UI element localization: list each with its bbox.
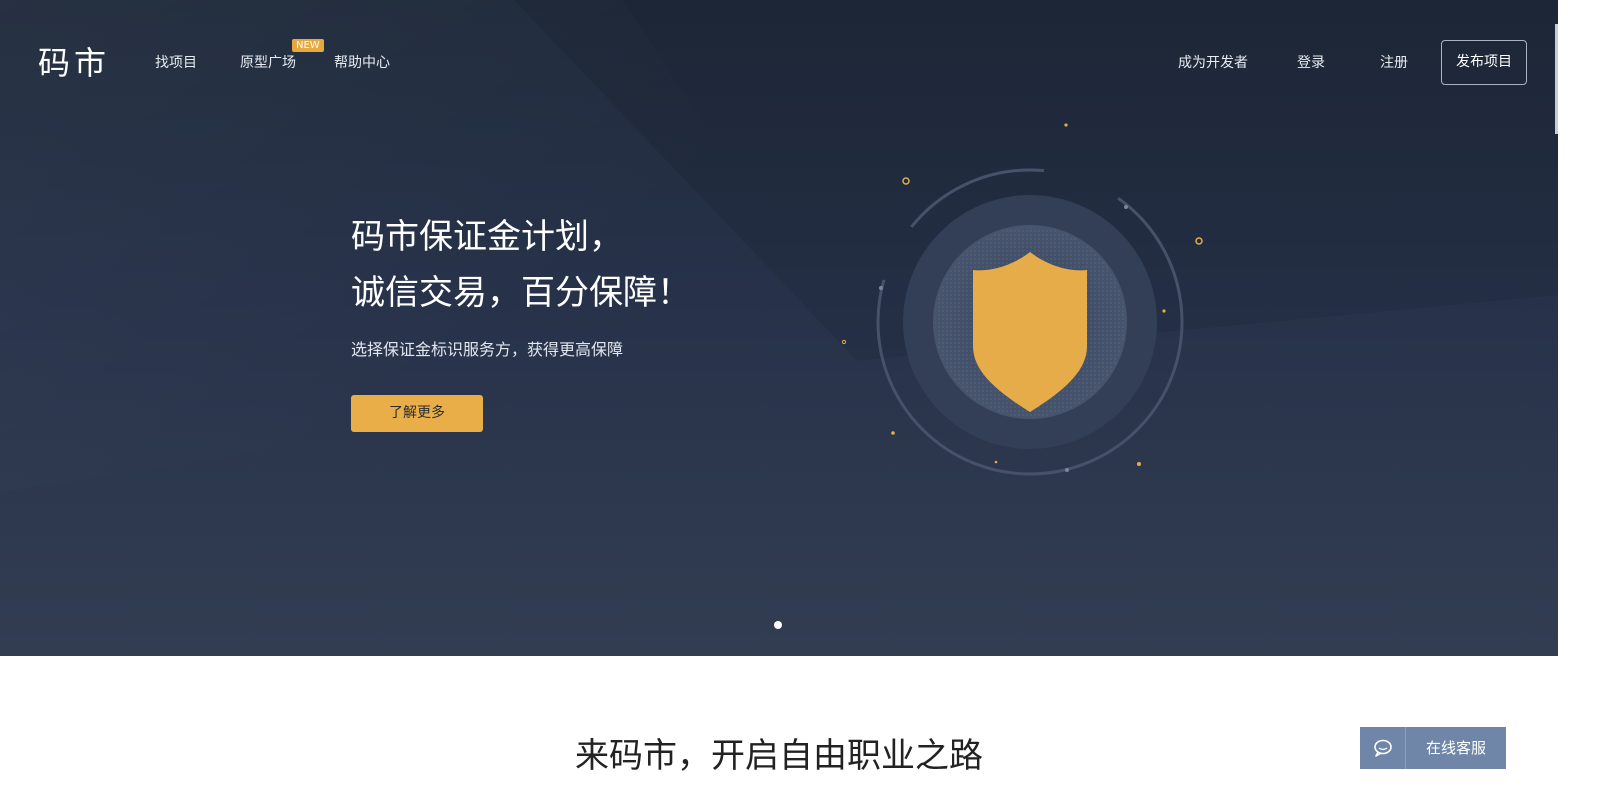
hero-banner: 码市 找项目 原型广场 NEW 帮助中心 成为开发者 登录 注册 发布项目 码市…	[0, 0, 1558, 656]
hero-title-line: 诚信交易，百分保障！	[351, 273, 691, 313]
logo[interactable]: 码市	[38, 38, 110, 84]
publish-project-button[interactable]: 发布项目	[1441, 40, 1527, 85]
sparkle-icon	[1137, 462, 1141, 466]
sparkle-icon	[1195, 237, 1203, 245]
sparkle-icon	[1064, 123, 1068, 127]
nav-find-projects[interactable]: 找项目	[155, 52, 197, 72]
ring-node	[1065, 468, 1069, 472]
nav-help-center[interactable]: 帮助中心	[334, 52, 390, 72]
shield-illustration	[841, 123, 1203, 476]
sparkle-icon	[902, 177, 910, 185]
sparkle-icon	[1162, 309, 1166, 313]
support-icon-box	[1360, 727, 1406, 769]
chat-bubble-icon	[1373, 739, 1392, 757]
scrollbar-track[interactable]	[1558, 0, 1598, 656]
nav-login[interactable]: 登录	[1297, 52, 1325, 72]
learn-more-button[interactable]: 了解更多	[351, 395, 483, 432]
nav-prototype-square[interactable]: 原型广场	[240, 52, 296, 72]
top-navigation: 码市 找项目 原型广场 NEW 帮助中心 成为开发者 登录 注册 发布项目	[0, 0, 1558, 125]
hero-title: 码市保证金计划， 诚信交易，百分保障！	[351, 209, 691, 321]
carousel-indicator[interactable]	[774, 621, 782, 629]
sparkle-icon	[891, 431, 895, 435]
nav-register[interactable]: 注册	[1380, 52, 1408, 72]
support-label: 在线客服	[1425, 739, 1486, 757]
sparkle-icon	[841, 339, 847, 345]
new-badge: NEW	[292, 39, 324, 52]
online-support-button[interactable]: 在线客服	[1360, 727, 1506, 769]
ring-node	[1124, 205, 1128, 209]
hero-subtitle: 选择保证金标识服务方，获得更高保障	[351, 340, 624, 359]
hero-title-line: 码市保证金计划，	[351, 217, 623, 257]
section-title: 来码市，开启自由职业之路	[575, 736, 983, 776]
ring-node	[879, 286, 883, 290]
sparkle-icon	[994, 460, 998, 464]
nav-become-developer[interactable]: 成为开发者	[1178, 52, 1248, 72]
scrollbar-thumb[interactable]	[1555, 24, 1558, 134]
